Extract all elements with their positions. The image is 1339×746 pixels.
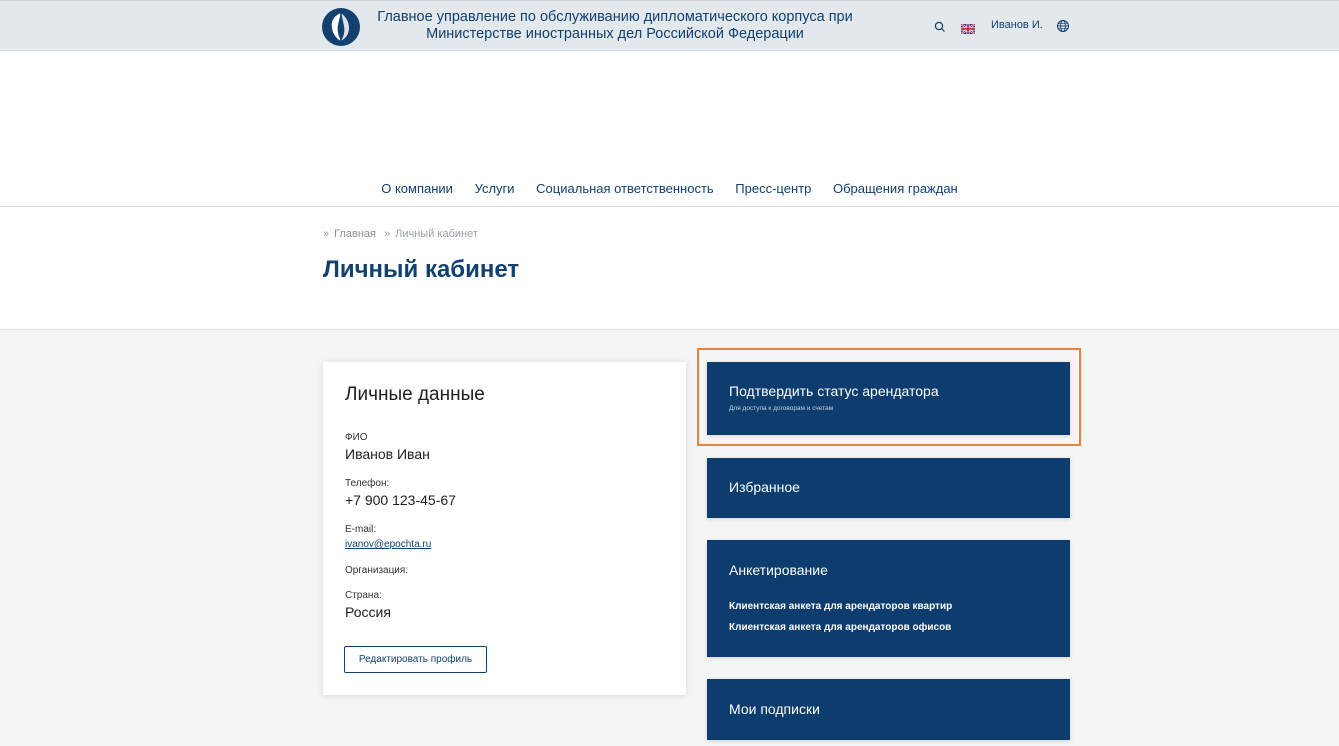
highlight-frame: [697, 348, 1081, 446]
breadcrumb: » Главная » Личный кабинет: [323, 228, 486, 240]
uk-flag-icon[interactable]: [960, 21, 976, 35]
email-label: E-mail:: [345, 524, 377, 535]
personal-data-card: Личные данные ФИО Иванов Иван Телефон: +…: [323, 362, 686, 695]
phone-label: Телефон:: [345, 478, 390, 489]
logo-emblem-icon: [323, 9, 359, 45]
breadcrumb-separator: »: [323, 228, 330, 240]
breadcrumb-current: Личный кабинет: [395, 228, 478, 240]
favorites-title: Избранное: [729, 479, 800, 495]
survey-link-apartments[interactable]: Клиентская анкета для арендаторов кварти…: [729, 601, 952, 612]
organization-logo[interactable]: [322, 8, 360, 46]
fio-value: Иванов Иван: [345, 446, 430, 462]
search-icon[interactable]: [933, 20, 947, 34]
organization-title: Главное управление по обслуживанию дипло…: [370, 9, 860, 43]
country-value: Россия: [345, 604, 391, 620]
globe-icon[interactable]: [1056, 19, 1070, 33]
subscriptions-title: Мои подписки: [729, 701, 820, 717]
organization-label: Организация:: [345, 565, 409, 576]
user-menu[interactable]: Иванов И.: [991, 19, 1043, 31]
country-label: Страна:: [345, 590, 382, 601]
email-link[interactable]: ivanov@epochta.ru: [345, 539, 431, 550]
nav-item-press-center[interactable]: Пресс-центр: [735, 181, 811, 196]
edit-profile-button[interactable]: Редактировать профиль: [344, 646, 487, 673]
breadcrumb-separator: »: [384, 228, 391, 240]
organization-title-line-2: Министерстве иностранных дел Российской …: [426, 26, 804, 42]
nav-item-services[interactable]: Услуги: [475, 181, 515, 196]
survey-link-offices[interactable]: Клиентская анкета для арендаторов офисов: [729, 622, 951, 633]
favorites-tile[interactable]: Избранное: [707, 458, 1070, 518]
main-navigation: О компании Услуги Социальная ответственн…: [0, 181, 1339, 196]
survey-title: Анкетирование: [729, 562, 828, 578]
personal-data-title: Личные данные: [345, 384, 485, 405]
nav-divider: [0, 206, 1339, 207]
nav-item-social-responsibility[interactable]: Социальная ответственность: [536, 181, 714, 196]
survey-tile: Анкетирование Клиентская анкета для арен…: [707, 540, 1070, 657]
nav-item-citizen-appeals[interactable]: Обращения граждан: [833, 181, 958, 196]
page-title: Личный кабинет: [323, 256, 520, 283]
phone-value: +7 900 123-45-67: [345, 492, 456, 508]
subscriptions-tile[interactable]: Мои подписки: [707, 679, 1070, 740]
breadcrumb-home-link[interactable]: Главная: [334, 228, 376, 240]
nav-item-about[interactable]: О компании: [381, 181, 453, 196]
organization-title-line-1: Главное управление по обслуживанию дипло…: [377, 9, 853, 25]
top-bar: Главное управление по обслуживанию дипло…: [0, 0, 1339, 51]
fio-label: ФИО: [345, 432, 368, 443]
